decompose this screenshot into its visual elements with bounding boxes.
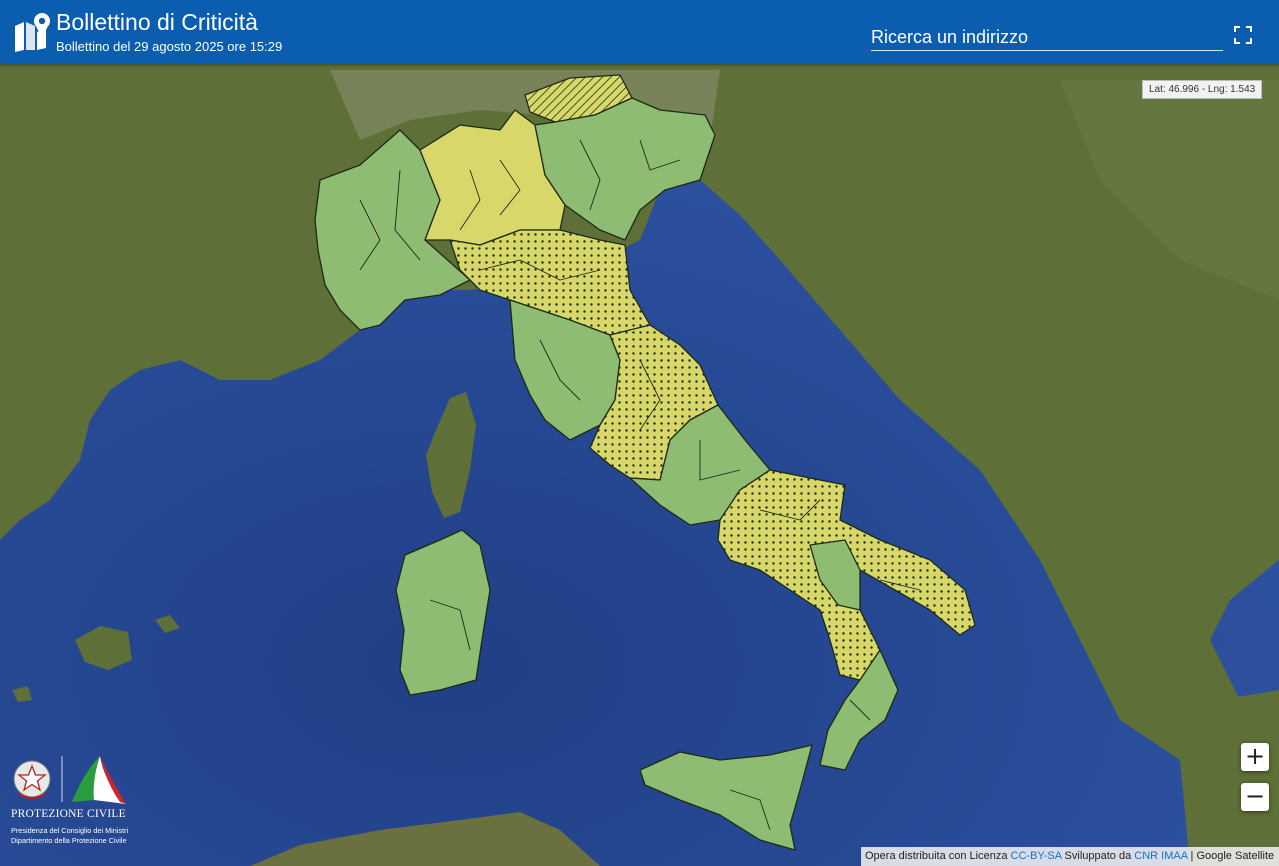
address-search-input[interactable] bbox=[871, 24, 1223, 51]
protezione-civile-name: PROTEZIONE CIVILE bbox=[11, 808, 126, 820]
page-title: Bollettino di Criticità bbox=[56, 9, 258, 35]
zoom-in-button[interactable]: + bbox=[1241, 743, 1269, 771]
map-canvas[interactable] bbox=[0, 64, 1279, 866]
bulletin-date: Bollettino del 29 agosto 2025 ore 15:29 bbox=[56, 39, 283, 54]
protezione-civile-line1: Presidenza del Consiglio dei Ministri bbox=[11, 826, 129, 835]
attribution-prefix: Opera distribuita con Licenza bbox=[865, 850, 1008, 862]
protezione-civile-line2: Dipartimento della Protezione Civile bbox=[11, 836, 127, 845]
attribution-developed: Sviluppato da bbox=[1064, 850, 1132, 862]
basemap-credit: Google Satellite bbox=[1196, 850, 1275, 862]
map-attribution: Opera distribuita con Licenza CC-BY-SA S… bbox=[861, 847, 1279, 866]
developer-link[interactable]: CNR IMAA bbox=[1134, 850, 1187, 862]
map-pin-icon bbox=[15, 13, 50, 52]
attribution-separator: | bbox=[1190, 850, 1194, 862]
satellite-basemap bbox=[0, 64, 1279, 866]
zoom-out-button[interactable]: − bbox=[1241, 783, 1269, 811]
coordinate-readout: Lat: 46.996 - Lng: 1.543 bbox=[1142, 80, 1263, 99]
app-header: Bollettino di Criticità Bollettino del 2… bbox=[0, 0, 1279, 64]
zone-sardegna-green[interactable] bbox=[395, 529, 491, 696]
fullscreen-icon[interactable] bbox=[1233, 25, 1253, 45]
license-link[interactable]: CC-BY-SA bbox=[1011, 850, 1062, 862]
